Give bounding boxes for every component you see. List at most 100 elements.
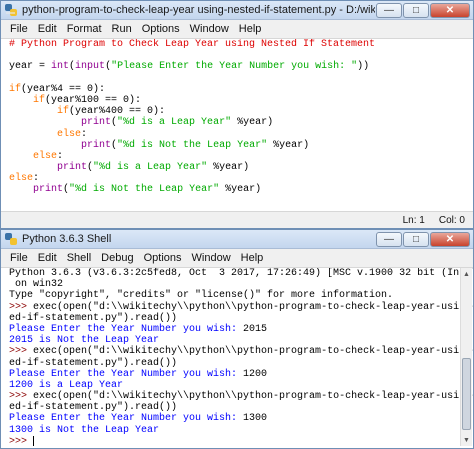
menu-help[interactable]: Help: [236, 252, 269, 264]
code-line-token: "%d is Not the Leap Year": [69, 184, 220, 196]
code-line-token: [9, 140, 81, 151]
shell-line-token: 1200 is a Leap Year: [9, 379, 124, 391]
shell-line: ed-if-statement.py").read()): [9, 358, 459, 369]
menu-options[interactable]: Options: [137, 23, 185, 35]
shell-line: Please Enter the Year Number you wish: 1…: [9, 413, 459, 424]
code-line-token: [9, 184, 33, 195]
code-line-token: "%d is Not the Leap Year": [117, 139, 268, 151]
menu-window[interactable]: Window: [185, 23, 234, 35]
menu-debug[interactable]: Debug: [96, 252, 138, 264]
status-line: Ln: 1: [402, 214, 425, 226]
shell-line: 2015 is Not the Leap Year: [9, 335, 459, 346]
shell-line: ed-if-statement.py").read()): [9, 313, 459, 324]
menu-options[interactable]: Options: [139, 252, 187, 264]
shell-titlebar[interactable]: Python 3.6.3 Shell — □ ✕: [1, 230, 473, 249]
shell-line: 1200 is a Leap Year: [9, 380, 459, 391]
scroll-up-icon[interactable]: ▲: [461, 268, 472, 280]
scroll-down-icon[interactable]: ▼: [461, 434, 472, 446]
code-line-token: "Please Enter the Year Number you wish: …: [111, 61, 358, 73]
shell-line-token: 2015 is Not the Leap Year: [9, 335, 160, 347]
editor-window: python-program-to-check-leap-year using-…: [0, 0, 474, 229]
shell-line-token: exec(open("d:\\wikitechy\\python\\python…: [33, 391, 473, 403]
shell-line-token: >>>: [9, 436, 34, 448]
shell-line-token: >>>: [9, 391, 34, 403]
maximize-button[interactable]: □: [403, 2, 429, 18]
code-line-token: %year): [207, 162, 250, 174]
menu-help[interactable]: Help: [234, 23, 267, 35]
code-line-token: (year%4 == 0):: [21, 83, 106, 95]
code-line-token: print: [33, 184, 64, 196]
code-line: if(year%100 == 0):: [9, 95, 473, 106]
code-line-token: if: [9, 83, 22, 95]
code-line-token: %year): [219, 184, 262, 196]
shell-line-token: Type "copyright", "credits" or "license(…: [9, 290, 394, 302]
code-line-token: (year%400 == 0):: [69, 106, 166, 118]
code-line: print("%d is a Leap Year" %year): [9, 162, 473, 173]
python-icon: [5, 233, 17, 245]
editor-titlebar[interactable]: python-program-to-check-leap-year using-…: [1, 1, 473, 20]
code-line: year = int(input("Please Enter the Year …: [9, 61, 473, 72]
close-button[interactable]: ✕: [430, 231, 470, 247]
menu-run[interactable]: Run: [107, 23, 137, 35]
minimize-button[interactable]: —: [376, 231, 402, 247]
code-line-token: [9, 129, 57, 140]
code-line-token: %year): [231, 117, 274, 129]
maximize-icon: □: [412, 233, 420, 245]
menu-window[interactable]: Window: [187, 252, 236, 264]
shell-output-area[interactable]: Python 3.6.3 (v3.6.3:2c5fed8, Oct 3 2017…: [1, 268, 473, 448]
code-line: if(year%400 == 0):: [9, 106, 473, 117]
editor-code-area[interactable]: # Python Program to Check Leap Year usin…: [1, 39, 473, 211]
shell-line: Python 3.6.3 (v3.6.3:2c5fed8, Oct 3 2017…: [9, 268, 473, 279]
shell-line-token: 1300: [243, 413, 268, 425]
close-button[interactable]: ✕: [430, 2, 470, 18]
maximize-button[interactable]: □: [403, 231, 429, 247]
shell-line-token: 2015: [243, 323, 268, 335]
editor-window-controls: — □ ✕: [375, 2, 470, 18]
editor-statusbar: Ln: 1 Col: 0: [1, 211, 473, 228]
code-line: else:: [9, 173, 473, 184]
code-line-token: if: [33, 94, 46, 106]
minimize-button[interactable]: —: [376, 2, 402, 18]
shell-line: Please Enter the Year Number you wish: 2…: [9, 324, 459, 335]
shell-line-token: exec(open("d:\\wikitechy\\python\\python…: [33, 346, 473, 358]
menu-file[interactable]: File: [5, 252, 33, 264]
shell-line-token: ed-if-statement.py").read()): [9, 357, 178, 369]
shell-scrollbar[interactable]: ▲ ▼: [460, 268, 472, 446]
code-line-token: input: [75, 61, 106, 73]
code-line-token: [9, 95, 33, 106]
code-line: # Python Program to Check Leap Year usin…: [9, 39, 473, 50]
shell-window: Python 3.6.3 Shell — □ ✕ File Edit Shell…: [0, 229, 474, 449]
close-icon: ✕: [445, 4, 455, 16]
code-line-token: "%d is a Leap Year": [93, 162, 208, 174]
shell-line-token: Python 3.6.3 (v3.6.3:2c5fed8, Oct 3 2017…: [9, 268, 473, 279]
code-line-token: print: [81, 117, 112, 129]
code-line: print("%d is Not the Leap Year" %year): [9, 140, 473, 151]
code-line-token: (year%100 == 0):: [45, 94, 142, 106]
menu-edit[interactable]: Edit: [33, 23, 62, 35]
close-icon: ✕: [445, 233, 455, 245]
code-line: print("%d is a Leap Year" %year): [9, 117, 473, 128]
shell-line: ed-if-statement.py").read()): [9, 402, 459, 413]
text-cursor: [33, 435, 35, 446]
minimize-icon: —: [384, 4, 394, 16]
shell-line: >>> exec(open("d:\\wikitechy\\python\\py…: [9, 346, 473, 357]
code-line: if(year%4 == 0):: [9, 84, 473, 95]
code-line-token: print: [57, 162, 88, 174]
menu-format[interactable]: Format: [62, 23, 107, 35]
scrollbar-thumb[interactable]: [462, 358, 471, 430]
shell-title: Python 3.6.3 Shell: [22, 233, 112, 245]
shell-menubar: File Edit Shell Debug Options Window Hel…: [1, 249, 473, 268]
menu-shell[interactable]: Shell: [62, 252, 96, 264]
code-line-token: :: [57, 150, 64, 162]
code-line-token: [9, 106, 57, 117]
shell-line: on win32: [9, 279, 459, 290]
menu-edit[interactable]: Edit: [33, 252, 62, 264]
shell-line: >>> exec(open("d:\\wikitechy\\python\\py…: [9, 302, 473, 313]
menu-file[interactable]: File: [5, 23, 33, 35]
code-line-token: "%d is a Leap Year": [117, 117, 232, 129]
code-line-token: else: [9, 173, 34, 185]
code-line-token: year =: [9, 61, 52, 73]
editor-title: python-program-to-check-leap-year using-…: [22, 4, 375, 16]
minimize-icon: —: [384, 233, 394, 245]
